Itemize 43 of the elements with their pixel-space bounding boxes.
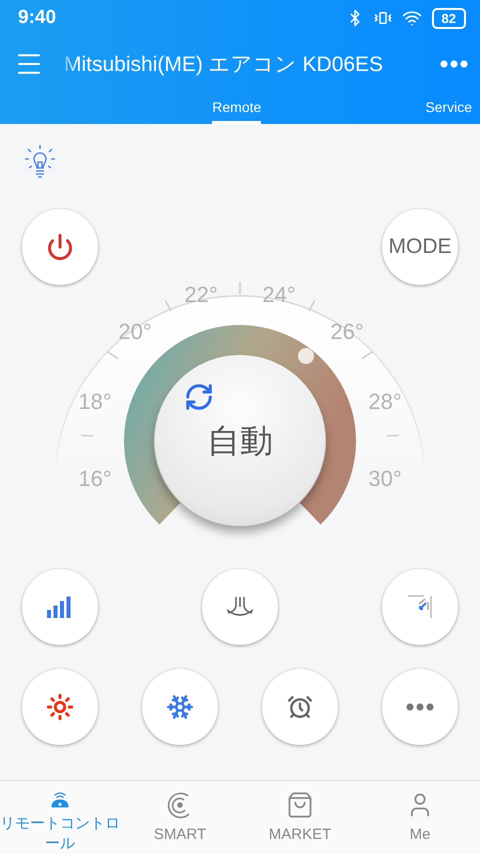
signal-bars-icon: [47, 596, 73, 618]
nav-tab[interactable]: MARKET: [240, 781, 360, 854]
power-button[interactable]: [22, 209, 98, 285]
more-button[interactable]: [440, 60, 468, 68]
temperature-label: 20°: [118, 319, 152, 345]
mode-button[interactable]: MODE: [382, 209, 458, 285]
device-title: Mitsubishi(ME) エアコン KD06ES: [64, 52, 384, 78]
shopping-bag-icon: [286, 791, 314, 819]
temperature-label: 24°: [262, 282, 296, 308]
tab[interactable]: Service: [425, 92, 472, 124]
nav-label: Me: [408, 825, 432, 845]
nav-label: SMART: [152, 825, 208, 845]
more-icon: [440, 60, 468, 68]
temperature-label: 30°: [368, 466, 402, 492]
power-icon: [46, 233, 74, 261]
sun-icon: [46, 693, 74, 721]
temperature-label: 18°: [78, 389, 112, 415]
airflow-button[interactable]: [202, 569, 278, 645]
nav-tab[interactable]: SMART: [120, 781, 240, 854]
alarm-clock-icon: [287, 694, 313, 720]
swing-icon: [407, 594, 433, 620]
airflow-icon: [225, 596, 255, 618]
vibrate-icon: [374, 9, 392, 27]
temperature-label: 22°: [184, 282, 218, 308]
heat-button[interactable]: [22, 669, 98, 745]
sync-icon: [184, 382, 214, 412]
snowflake-icon: [166, 693, 194, 721]
battery-level: 82: [432, 8, 466, 28]
tab[interactable]: Remote: [212, 92, 262, 124]
fan-button[interactable]: [22, 569, 98, 645]
nav-label: MARKET: [268, 825, 332, 845]
nav-tab[interactable]: Me: [360, 781, 480, 854]
cool-button[interactable]: [142, 669, 218, 745]
temperature-label: 16°: [78, 466, 112, 492]
temperature-label: 26°: [330, 319, 364, 345]
nav-tab[interactable]: リモートコントロール: [0, 781, 120, 854]
nav-label: リモートコントロール: [0, 814, 120, 854]
status-time: 9:40: [18, 7, 56, 29]
more-button[interactable]: [382, 669, 458, 745]
more-icon: [406, 703, 434, 711]
temperature-label: 28°: [368, 389, 402, 415]
lightbulb-icon[interactable]: [24, 144, 56, 180]
timer-button[interactable]: [262, 669, 338, 745]
